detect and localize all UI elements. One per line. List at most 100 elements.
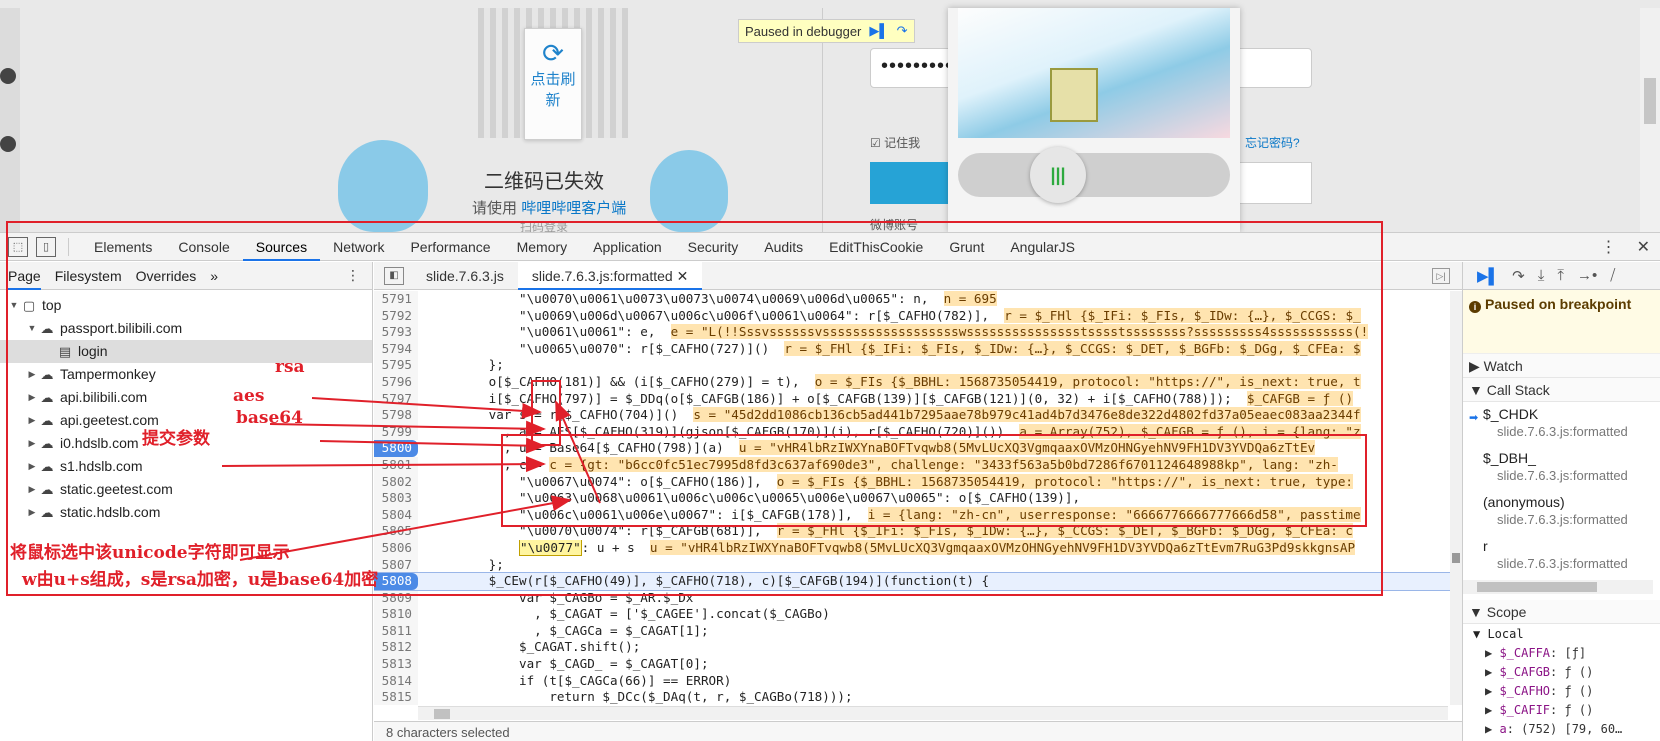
scope-variable[interactable]: ▶ $_CAFFA: [ƒ] [1463,644,1660,663]
gear-icon[interactable] [0,68,16,84]
close-icon[interactable]: ✕ [1637,237,1650,257]
more-options-icon[interactable]: ⋮ [1601,237,1617,257]
variable-value: : ƒ () [1550,703,1594,717]
expand-arrow-icon[interactable]: ▶ [1485,665,1499,679]
frame-function: $_CHDK [1483,406,1539,422]
debugger-sidebar: ▶▌ ↷ ⤓ ⤒ →• ⧸ i Paused on breakpoint ▶ Wa… [1462,262,1660,741]
devtools-window-controls: ⋮ ✕ [1601,233,1650,261]
variable-value: : [ƒ] [1550,646,1587,660]
variable-name: $_CAFHO [1499,684,1551,698]
code-line[interactable]: 5811 , $_CAGCa = $_CAGAT[1]; [374,622,1450,640]
step-into-icon[interactable]: ⤓ [1538,267,1545,284]
toggle-debugger-icon[interactable]: ▷| [1432,267,1450,284]
variable-value: : ƒ () [1550,665,1594,679]
frame-location: slide.7.6.3.js:formatted [1497,468,1628,483]
refresh-icon: ⟳ [542,38,564,68]
code-content: , $_CAGAT = ['$_CAGEE'].concat($_CAGBo) [428,606,830,622]
qr-code: ⟳ 点击刷新 [478,8,628,140]
screenshot: { "site": { "refresh_label": "点击刷新", "qr… [0,0,1660,741]
annotation-w-description: w由u+s组成，s是rsa加密，u是base64加密 [22,570,379,590]
variable-name: $_CAFGB [1499,665,1551,679]
code-line[interactable]: 5812 $_CAGAT.shift(); [374,639,1450,657]
app-link[interactable]: 哔哩哔哩客户端 [521,200,626,217]
frame-function: (anonymous) [1483,494,1565,510]
debugger-toolbar: ▶▌ ↷ ⤓ ⤒ →• ⧸ [1463,262,1660,290]
paused-status: i Paused on breakpoint [1463,290,1660,354]
annotation-aes: aes [233,386,265,406]
expand-arrow-icon[interactable]: ▶ [1485,722,1499,736]
captcha-image [958,8,1230,138]
deactivate-breakpoints-icon[interactable]: ⧸ [1610,267,1615,284]
watch-section[interactable]: ▶ Watch [1463,354,1660,378]
code-content: return $_DCc($_DAq(t, r, $_CAGBo(718))); [428,689,853,705]
code-line[interactable]: 5815 return $_DCc($_DAq(t, r, $_CAGBo(71… [374,689,1450,705]
variable-name: a [1499,722,1507,736]
callstack-section[interactable]: ▼ Call Stack [1463,378,1660,402]
scope-variable[interactable]: ▶ $_CAFGB: ƒ () [1463,663,1660,682]
info-icon: i [1469,301,1481,313]
line-number[interactable]: 5813 [374,656,418,673]
scope-variable[interactable]: ▶ a: (752) [79, 60… [1463,720,1660,739]
code-line[interactable]: 5814 if (t[$_CAGCa(66)] == ERROR) [374,672,1450,690]
code-text: , $_CAGAT = ['$_CAGEE'].concat($_CAGBo) [418,606,830,623]
line-number[interactable]: 5815 [374,689,418,705]
frame-function: r [1483,538,1488,554]
code-line[interactable]: 5813 var $_CAGD_ = $_CAGAT[0]; [374,656,1450,673]
captcha-slider-handle[interactable]: ||| [1030,147,1086,203]
slide-captcha: ||| [948,8,1240,232]
line-number[interactable]: 5810 [374,606,418,623]
qr-refresh-button[interactable]: ⟳ 点击刷新 [524,28,582,140]
current-frame-icon: ➡ [1469,412,1479,424]
code-line[interactable]: 5810 , $_CAGAT = ['$_CAGEE'].concat($_CA… [374,606,1450,623]
frame-location: slide.7.6.3.js:formatted [1497,424,1628,439]
annotation-rsa: rsa [275,357,305,377]
expand-arrow-icon[interactable]: ▶ [1485,684,1499,698]
frame-location: slide.7.6.3.js:formatted [1497,512,1628,527]
mascot-image [338,140,428,232]
sidebar-scroll-area [1463,578,1660,600]
scope-local[interactable]: ▼ Local [1463,624,1660,644]
variable-value: : (752) [79, 60… [1506,722,1623,736]
line-number[interactable]: 5812 [374,639,418,657]
step-over-icon[interactable]: ↷ [897,23,908,39]
annotation-base64: base64 [236,408,303,428]
page-scrollbar[interactable] [1640,8,1660,232]
step-out-icon[interactable]: ⤒ [1557,267,1564,284]
call-frame[interactable]: r slide.7.6.3.js:formatted [1463,534,1660,578]
annotation-submit: 提交参数 [142,429,210,449]
frame-function: $_DBH_ [1483,450,1536,466]
code-text: var $_CAGD_ = $_CAGAT[0]; [418,656,709,673]
resume-icon[interactable]: ▶▌ [1477,267,1499,285]
sidebar-horizontal-scrollbar[interactable] [1463,580,1653,594]
forgot-password-link[interactable]: 忘记密码? [1245,134,1300,151]
qr-expired-text: 二维码已失效 [484,171,604,193]
puzzle-piece [1050,68,1098,122]
code-content: , $_CAGCa = $_CAGAT[1]; [428,622,709,638]
frame-location: slide.7.6.3.js:formatted [1497,556,1628,571]
code-text: return $_DCc($_DAq(t, r, $_CAGBo(718))); [418,689,853,705]
line-number[interactable]: 5814 [374,672,418,690]
resume-icon[interactable]: ▶▌ [869,23,888,39]
line-number[interactable]: 5811 [374,622,418,640]
step-icon[interactable]: →• [1577,267,1597,284]
variable-name: $_CAFFA [1499,646,1551,660]
code-horizontal-scrollbar[interactable] [418,706,1448,720]
call-frame[interactable]: ➡ $_CHDK slide.7.6.3.js:formatted [1463,402,1660,446]
scope-section[interactable]: ▼ Scope [1463,600,1660,624]
code-text: $_CAGAT.shift(); [418,639,640,656]
annotation-hover-hint: 将鼠标选中该unicode字符即可显示 [10,543,290,563]
expand-arrow-icon[interactable]: ▶ [1485,646,1499,660]
code-vertical-scrollbar[interactable] [1450,291,1462,705]
captcha-slider-track[interactable] [958,153,1230,197]
call-frame[interactable]: $_DBH_ slide.7.6.3.js:formatted [1463,446,1660,490]
step-over-icon[interactable]: ↷ [1512,267,1525,285]
code-text: , $_CAGCa = $_CAGAT[1]; [418,622,709,640]
webpage-viewport: ⟳ 点击刷新 二维码已失效 请使用 哔哩哔哩客户端 扫码登录 •••••••••… [0,0,1660,232]
gear-icon[interactable] [0,136,16,152]
remember-me-checkbox[interactable]: ☑ 记住我 [870,134,920,151]
debugger-paused-banner: Paused in debugger ▶▌ ↷ [738,19,915,43]
call-frame[interactable]: (anonymous) slide.7.6.3.js:formatted [1463,490,1660,534]
scope-variable[interactable]: ▶ $_CAFHO: ƒ () [1463,682,1660,701]
scope-variable[interactable]: ▶ $_CAFIF: ƒ () [1463,701,1660,720]
expand-arrow-icon[interactable]: ▶ [1485,703,1499,717]
